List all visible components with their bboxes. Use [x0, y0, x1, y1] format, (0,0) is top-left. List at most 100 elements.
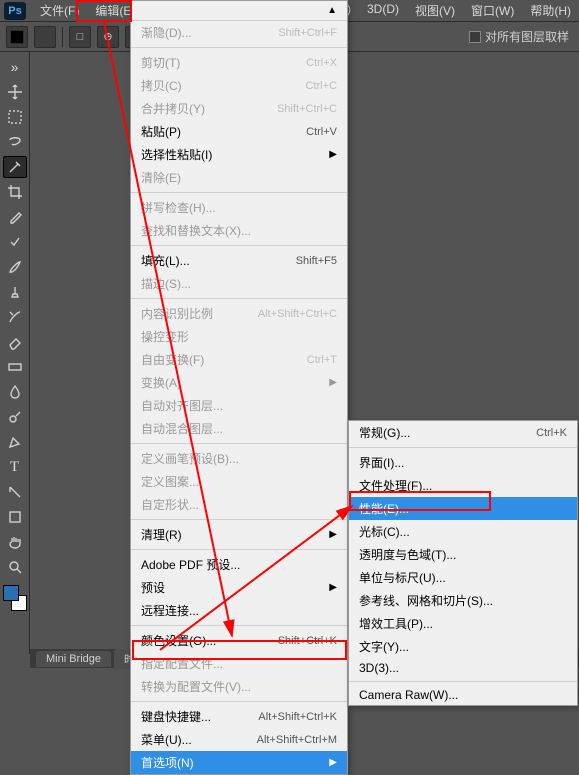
- stamp-tool[interactable]: [3, 281, 27, 303]
- edit-menu-item: 清除(E): [131, 166, 347, 189]
- magic-wand-tool[interactable]: [3, 156, 27, 178]
- menu-item-label: 定义画笔预设(B)...: [141, 450, 239, 467]
- menu-item-label: 参考线、网格和切片(S)...: [359, 592, 493, 609]
- menu-item-shortcut: Alt+Shift+Ctrl+M: [257, 734, 337, 746]
- menu-separator: [349, 447, 577, 448]
- sample-all-checkbox[interactable]: [469, 31, 481, 43]
- pref-menu-item[interactable]: 界面(I)...: [349, 451, 577, 474]
- edit-menu-item[interactable]: 清理(R)▶: [131, 523, 347, 546]
- collapse-icon[interactable]: »: [3, 56, 27, 78]
- edit-menu-item: 定义图案...: [131, 470, 347, 493]
- edit-menu-item: 自定形状...: [131, 493, 347, 516]
- eraser-tool[interactable]: [3, 331, 27, 353]
- menu-separator: [131, 298, 347, 299]
- edit-menu-item[interactable]: 选择性粘贴(I)▶: [131, 143, 347, 166]
- fg-color-swatch[interactable]: [3, 585, 19, 601]
- menu-item-label: 操控变形: [141, 328, 189, 345]
- edit-menu-scroll-up[interactable]: ▲: [131, 1, 347, 21]
- sel-add-button[interactable]: ⊕: [97, 26, 119, 48]
- history-brush-tool[interactable]: [3, 306, 27, 328]
- pref-menu-item[interactable]: 单位与标尺(U)...: [349, 566, 577, 589]
- menu-item-shortcut: Ctrl+X: [306, 57, 337, 69]
- submenu-arrow-icon: ▶: [329, 377, 337, 388]
- menu-item-label: 键盘快捷键...: [141, 708, 211, 725]
- eyedropper-tool[interactable]: [3, 206, 27, 228]
- menu-item-label: 转换为配置文件(V)...: [141, 678, 251, 695]
- edit-menu-item[interactable]: 粘贴(P)Ctrl+V: [131, 120, 347, 143]
- menu-item-shortcut: Ctrl+K: [536, 427, 567, 439]
- dodge-tool[interactable]: [3, 406, 27, 428]
- pref-menu-item[interactable]: 光标(C)...: [349, 520, 577, 543]
- menu-item-label: 拷贝(C): [141, 77, 182, 94]
- menu-separator: [131, 701, 347, 702]
- tab-mini-bridge[interactable]: Mini Bridge: [36, 651, 111, 667]
- gradient-tool[interactable]: [3, 356, 27, 378]
- move-tool[interactable]: [3, 81, 27, 103]
- path-tool[interactable]: [3, 481, 27, 503]
- edit-menu-item[interactable]: 填充(L)...Shift+F5: [131, 249, 347, 272]
- pref-menu-item[interactable]: 常规(G)... Ctrl+K: [349, 421, 577, 444]
- menu-separator: [131, 47, 347, 48]
- edit-menu-item[interactable]: 远程连接...: [131, 599, 347, 622]
- crop-tool[interactable]: [3, 181, 27, 203]
- color-swatches[interactable]: [3, 585, 27, 611]
- edit-menu-item: 指定配置文件...: [131, 652, 347, 675]
- submenu-arrow-icon: ▶: [329, 582, 337, 593]
- menu-item-label: 性能(E)...: [359, 500, 409, 517]
- menu-item-label: 文字(Y)...: [359, 638, 409, 655]
- hand-tool[interactable]: [3, 531, 27, 553]
- brush-tool[interactable]: [3, 256, 27, 278]
- menu-file[interactable]: 文件(F): [32, 0, 87, 22]
- edit-menu-item[interactable]: 预设 ▶: [131, 576, 347, 599]
- blur-tool[interactable]: [3, 381, 27, 403]
- pref-menu-item[interactable]: 文件处理(F)...: [349, 474, 577, 497]
- menu-item-label: 自动混合图层...: [141, 420, 223, 437]
- edit-menu-item[interactable]: 菜单(U)... Alt+Shift+Ctrl+M: [131, 728, 347, 751]
- pref-menu-item[interactable]: 文字(Y)...: [349, 635, 577, 658]
- edit-menu-item[interactable]: 键盘快捷键...Alt+Shift+Ctrl+K: [131, 705, 347, 728]
- menu-item-label: Adobe PDF 预设...: [141, 556, 240, 573]
- menu-item-label: 常规(G)...: [359, 424, 410, 441]
- edit-menu-dropdown: ▲ 渐隐(D)...Shift+Ctrl+F剪切(T)Ctrl+X拷贝(C)Ct…: [130, 0, 348, 775]
- preferences-submenu: 常规(G)... Ctrl+K 界面(I)...文件处理(F)... 性能(E)...…: [348, 420, 578, 706]
- menu-item-label: 粘贴(P): [141, 123, 181, 140]
- menu-item-label: 菜单(U)...: [141, 731, 192, 748]
- menu-item-label: 清理(R): [141, 526, 182, 543]
- menu-item-label: 自动对齐图层...: [141, 397, 223, 414]
- edit-menu-item[interactable]: 首选项(N)▶: [131, 751, 347, 774]
- shape-tool[interactable]: [3, 506, 27, 528]
- menu-help[interactable]: 帮助(H): [522, 0, 579, 22]
- menu-separator: [131, 519, 347, 520]
- menu-window[interactable]: 窗口(W): [463, 0, 522, 22]
- app-logo: Ps: [4, 2, 26, 20]
- edit-menu-item: 拷贝(C)Ctrl+C: [131, 74, 347, 97]
- zoom-tool[interactable]: [3, 556, 27, 578]
- submenu-arrow-icon: ▶: [329, 149, 337, 160]
- lasso-tool[interactable]: [3, 131, 27, 153]
- wand-mode-button[interactable]: [34, 26, 56, 48]
- menu-separator: [349, 681, 577, 682]
- pen-tool[interactable]: [3, 431, 27, 453]
- pref-menu-item[interactable]: 参考线、网格和切片(S)...: [349, 589, 577, 612]
- tool-preset-button[interactable]: [6, 26, 28, 48]
- menu-item-label: 描边(S)...: [141, 275, 191, 292]
- healing-tool[interactable]: [3, 231, 27, 253]
- pref-menu-item[interactable]: 3D(3)...: [349, 658, 577, 678]
- pref-menu-item[interactable]: Camera Raw(W)...: [349, 685, 577, 705]
- edit-menu-item[interactable]: Adobe PDF 预设...: [131, 553, 347, 576]
- menu-item-label: 3D(3)...: [359, 661, 399, 675]
- pref-menu-item[interactable]: 增效工具(P)...: [349, 612, 577, 635]
- menu-3d[interactable]: 3D(D): [359, 0, 407, 22]
- marquee-tool[interactable]: [3, 106, 27, 128]
- type-tool[interactable]: T: [3, 456, 27, 478]
- pref-menu-item[interactable]: 性能(E)...: [349, 497, 577, 520]
- menu-item-label: 自由变换(F): [141, 351, 204, 368]
- pref-menu-item[interactable]: 透明度与色域(T)...: [349, 543, 577, 566]
- edit-menu-item[interactable]: 颜色设置(G)...Shift+Ctrl+K: [131, 629, 347, 652]
- edit-menu-item: 描边(S)...: [131, 272, 347, 295]
- edit-menu-item: 转换为配置文件(V)...: [131, 675, 347, 698]
- sel-new-button[interactable]: □: [69, 26, 91, 48]
- menu-view[interactable]: 视图(V): [407, 0, 463, 22]
- menu-item-label: 指定配置文件...: [141, 655, 223, 672]
- menu-item-label: 预设: [141, 579, 165, 596]
